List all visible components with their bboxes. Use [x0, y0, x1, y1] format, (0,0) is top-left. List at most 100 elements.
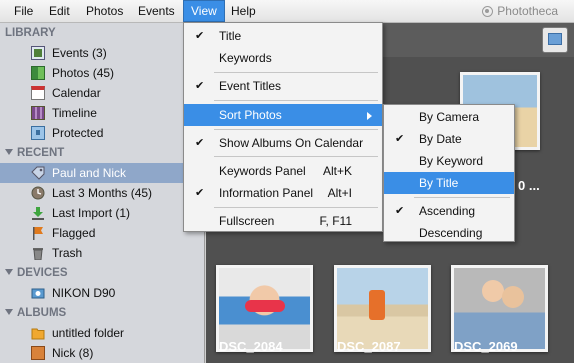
view-menu-dropdown: ✔ Title Keywords ✔ Event Titles Sort Pho… [183, 22, 383, 232]
collapse-triangle-icon [5, 309, 13, 315]
sidebar-item-protected[interactable]: Protected [0, 123, 204, 143]
checkmark-icon: ✔ [395, 133, 405, 145]
sidebar-item-events[interactable]: Events (3) [0, 43, 204, 63]
menu-separator [214, 207, 378, 208]
menu-item-label: Ascending [419, 204, 476, 218]
menu-item-show-albums-on-calendar[interactable]: ✔ Show Albums On Calendar [184, 132, 382, 154]
section-albums[interactable]: ALBUMS [0, 303, 204, 323]
menu-item-keywords[interactable]: Keywords [184, 47, 382, 69]
sidebar-item-nick[interactable]: Nick (8) [0, 343, 204, 363]
photo-caption: DSC_2069 [454, 339, 518, 354]
tag-icon [31, 166, 45, 180]
phototheca-logo-icon [482, 6, 494, 17]
section-library[interactable]: LIBRARY [0, 23, 204, 43]
menu-item-keywords-panel[interactable]: Keywords Panel Alt+K [184, 160, 382, 182]
menu-item-by-date[interactable]: ✔ By Date [384, 128, 514, 150]
sidebar-item-last-3-months[interactable]: Last 3 Months (45) [0, 183, 204, 203]
checkmark-icon: ✔ [195, 137, 205, 149]
menu-separator [214, 156, 378, 157]
menu-item-fullscreen[interactable]: Fullscreen F, F11 [184, 210, 382, 232]
sidebar-item-photos[interactable]: Photos (45) [0, 63, 204, 83]
folder-icon [31, 326, 45, 340]
menu-file[interactable]: File [7, 0, 40, 22]
menu-separator [214, 100, 378, 101]
menu-separator [214, 72, 378, 73]
menu-separator [214, 129, 378, 130]
menu-item-label: Keywords [219, 51, 272, 65]
section-devices[interactable]: DEVICES [0, 263, 204, 283]
info-panel-toggle-icon[interactable] [542, 27, 568, 53]
sidebar-item-calendar[interactable]: Calendar [0, 83, 204, 103]
menu-shortcut: Alt+I [327, 186, 352, 200]
sidebar-item-untitled-folder[interactable]: untitled folder [0, 323, 204, 343]
menu-item-label: By Date [419, 132, 462, 146]
photo-caption: DSC_2084 [219, 339, 283, 354]
menu-photos[interactable]: Photos [79, 0, 130, 22]
sidebar-item-label: Events (3) [52, 46, 107, 60]
trash-icon [31, 246, 45, 261]
menu-item-by-title[interactable]: By Title [384, 172, 514, 194]
photos-icon [31, 66, 45, 80]
sidebar-item-label: NIKON D90 [52, 286, 116, 300]
menu-item-label: By Keyword [419, 154, 484, 168]
menu-item-label: By Title [419, 176, 459, 190]
import-icon [31, 206, 45, 220]
sidebar-item-paul-and-nick[interactable]: Paul and Nick [0, 163, 204, 183]
sidebar-item-flagged[interactable]: Flagged [0, 223, 204, 243]
library-header: LIBRARY [5, 27, 56, 39]
album-icon [31, 346, 45, 360]
menu-item-event-titles[interactable]: ✔ Event Titles [184, 75, 382, 97]
menu-item-sort-photos[interactable]: Sort Photos [184, 104, 382, 126]
sidebar: LIBRARY Events (3) Photos (45) Calendar … [0, 23, 205, 363]
sidebar-item-label: Trash [52, 246, 83, 260]
sidebar-item-label: Paul and Nick [52, 166, 127, 180]
checkmark-icon: ✔ [195, 80, 205, 92]
menu-events[interactable]: Events [131, 0, 182, 22]
menu-item-by-camera[interactable]: By Camera [384, 106, 514, 128]
recent-header: RECENT [17, 147, 65, 159]
app-name: Phototheca [497, 4, 558, 18]
menu-item-title[interactable]: ✔ Title [184, 25, 382, 47]
sidebar-item-last-import[interactable]: Last Import (1) [0, 203, 204, 223]
menu-shortcut: F, F11 [319, 214, 352, 228]
menu-shortcut: Alt+K [322, 164, 352, 178]
checkmark-icon: ✔ [195, 30, 205, 42]
menu-item-ascending[interactable]: ✔ Ascending [384, 200, 514, 222]
clock-icon [31, 186, 45, 200]
photo-caption: DSC_2087 [337, 339, 401, 354]
collapse-triangle-icon [5, 269, 13, 275]
timeline-icon [31, 106, 45, 120]
menu-item-label: Keywords Panel [219, 164, 306, 178]
sidebar-item-label: Nick (8) [52, 346, 94, 360]
sidebar-item-label: Timeline [52, 106, 97, 120]
sidebar-item-label: Last 3 Months (45) [52, 186, 153, 200]
menu-help[interactable]: Help [224, 0, 263, 22]
menu-bar: File Edit Photos Events View Help Photot… [0, 0, 574, 23]
protected-icon [31, 126, 45, 140]
menu-item-by-keyword[interactable]: By Keyword [384, 150, 514, 172]
menu-item-label: Event Titles [219, 79, 282, 93]
devices-header: DEVICES [17, 267, 68, 279]
sort-photos-submenu: By Camera ✔ By Date By Keyword By Title … [383, 104, 515, 242]
menu-item-label: Title [219, 29, 242, 43]
sidebar-item-label: Photos (45) [52, 66, 115, 80]
section-recent[interactable]: RECENT [0, 143, 204, 163]
menu-separator [414, 197, 510, 198]
sidebar-item-label: Calendar [52, 86, 101, 100]
menu-item-information-panel[interactable]: ✔ Information Panel Alt+I [184, 182, 382, 204]
menu-item-label: Information Panel [219, 186, 314, 200]
menu-item-descending[interactable]: Descending [384, 222, 514, 244]
menu-edit[interactable]: Edit [42, 0, 77, 22]
app-title: Phototheca [482, 0, 558, 22]
menu-item-label: Show Albums On Calendar [219, 136, 364, 150]
menu-item-label: Sort Photos [219, 108, 282, 122]
collapse-triangle-icon [5, 149, 13, 155]
sidebar-item-trash[interactable]: Trash [0, 243, 204, 263]
checkmark-icon: ✔ [195, 187, 205, 199]
sidebar-item-timeline[interactable]: Timeline [0, 103, 204, 123]
calendar-icon [31, 86, 45, 100]
sidebar-item-nikon-d90[interactable]: NIKON D90 [0, 283, 204, 303]
menu-view[interactable]: View [183, 0, 225, 22]
checkmark-icon: ✔ [395, 205, 405, 217]
sidebar-item-label: Flagged [52, 226, 96, 240]
